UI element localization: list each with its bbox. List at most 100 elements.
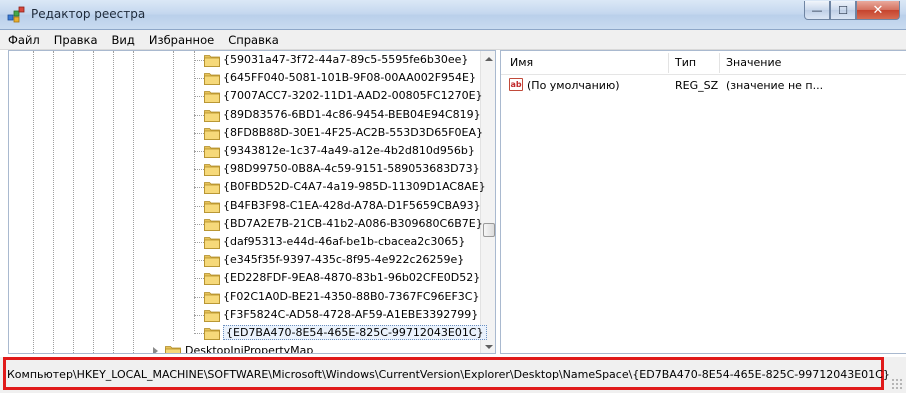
tree-connector <box>194 333 204 334</box>
folder-icon <box>204 326 220 340</box>
scroll-thumb[interactable] <box>483 223 495 237</box>
tree-connector <box>194 260 204 262</box>
tree-item-label: {59031a47-3f72-44a7-89c5-5595fe6b30ee} <box>223 53 469 66</box>
minimize-button[interactable]: — <box>804 1 830 20</box>
tree-connector <box>194 60 204 61</box>
folder-icon <box>204 71 220 86</box>
values-list[interactable]: Имя Тип Значение ab (По умолчанию) REG_S… <box>500 50 906 354</box>
title-bar: Редактор реестра — ☐ ✕ <box>0 0 906 30</box>
folder-icon <box>204 308 220 322</box>
window-title: Редактор реестра <box>31 7 146 21</box>
tree-item-label: {98D99750-0B8A-4c59-9151-589053683D73} <box>223 162 480 176</box>
value-data: (значение не п... <box>726 79 824 92</box>
tree-item-label: {daf95313-e44d-46af-be1b-cbacea2c3065} <box>223 235 466 248</box>
column-divider[interactable] <box>719 53 720 73</box>
tree-connector <box>194 169 204 171</box>
tree-item-label: {B0FBD52D-C4A7-4a19-985D-11309D1AC8AE} <box>223 180 486 194</box>
tree-item[interactable]: {89D83576-6BD1-4c86-9454-BEB04E94C819} <box>9 106 481 124</box>
menu-help[interactable]: Справка <box>228 33 279 47</box>
tree-item-label: {9343812e-1c37-4a49-a12e-4b2d810d956b} <box>223 144 475 157</box>
folder-icon <box>204 162 220 177</box>
folder-icon <box>204 235 220 249</box>
tree-item-label: {F02C1A0D-BE21-4350-88B0-7367FC96EF3C} <box>223 289 480 303</box>
tree-item[interactable]: {ED228FDF-9EA8-4870-83b1-96b02CFE0D52} <box>9 269 481 287</box>
tree-connector <box>194 151 204 152</box>
maximize-button[interactable]: ☐ <box>830 1 856 20</box>
tree-item[interactable]: {9343812e-1c37-4a49-a12e-4b2d810d956b} <box>9 142 479 160</box>
tree-item[interactable]: {ED7BA470-8E54-465E-825C-99712043E01C} <box>9 324 487 342</box>
tree-connector <box>194 242 204 243</box>
folder-icon <box>204 53 220 67</box>
tree-connector <box>194 205 204 207</box>
tree-item-label: {BD7A2E7B-21CB-41b2-A086-B309680C6B7E} <box>223 216 483 230</box>
tree-connector <box>194 187 204 189</box>
folder-icon <box>204 108 220 122</box>
tree-item-label: {7007ACC7-3202-11D1-AAD2-00805FC1270E} <box>223 89 483 103</box>
column-divider[interactable] <box>668 53 669 73</box>
folder-icon <box>165 344 181 353</box>
value-row[interactable]: ab (По умолчанию) REG_SZ (значение не п.… <box>501 77 906 95</box>
regedit-icon <box>7 6 25 23</box>
tree-item-label: {e345f35f-9397-435c-8f95-4e922c26259e} <box>223 253 465 267</box>
folder-icon <box>204 126 220 140</box>
tree-item-label: {8FD8B88D-30E1-4F25-AC2B-553D3D65F0EA} <box>223 125 483 139</box>
tree-item[interactable]: {98D99750-0B8A-4c59-9151-589053683D73} <box>9 160 480 178</box>
tree-item[interactable]: {B0FBD52D-C4A7-4a19-985D-11309D1AC8AE} <box>9 178 486 196</box>
tree-item-label: {ED7BA470-8E54-465E-825C-99712043E01C} <box>223 325 487 340</box>
tree-item-label: {645FF040-5081-101B-9F08-00AA002F954E} <box>223 71 476 85</box>
menu-view[interactable]: Вид <box>112 33 135 47</box>
menu-bar: Файл Правка Вид Избранное Справка <box>0 30 906 50</box>
tree-connector <box>194 78 204 80</box>
tree-connector <box>194 223 204 225</box>
value-type: REG_SZ <box>675 79 719 92</box>
folder-icon <box>204 253 220 268</box>
tree-item[interactable]: {59031a47-3f72-44a7-89c5-5595fe6b30ee} <box>9 51 479 69</box>
tree-item-label: {F3F5824C-AD58-4728-AF59-A1EBE3392799} <box>223 307 479 321</box>
folder-icon <box>204 180 220 195</box>
column-type-header[interactable]: Тип <box>675 56 696 69</box>
menu-file[interactable]: Файл <box>8 33 40 47</box>
tree-item[interactable]: {7007ACC7-3202-11D1-AAD2-00805FC1270E} <box>9 87 483 105</box>
tree-item[interactable]: {e345f35f-9397-435c-8f95-4e922c26259e} <box>9 251 479 269</box>
tree-connector <box>194 96 204 98</box>
window-controls: — ☐ ✕ <box>804 1 900 21</box>
tree-item[interactable]: {F02C1A0D-BE21-4350-88B0-7367FC96EF3C} <box>9 288 479 306</box>
scroll-up-icon[interactable] <box>485 57 493 61</box>
tree-item-label: {89D83576-6BD1-4c86-9454-BEB04E94C819} <box>223 107 481 121</box>
status-path: Компьютер\HKEY_LOCAL_MACHINE\SOFTWARE\Mi… <box>7 368 890 381</box>
tree-item[interactable]: {B4FB3F98-C1EA-428d-A78A-D1F5659CBA93} <box>9 197 481 215</box>
tree-connector <box>194 278 204 280</box>
tree-item-label: {B4FB3F98-C1EA-428d-A78A-D1F5659CBA93} <box>223 198 481 212</box>
folder-icon <box>204 144 220 158</box>
string-value-icon: ab <box>509 78 523 91</box>
status-bar: Компьютер\HKEY_LOCAL_MACHINE\SOFTWARE\Mi… <box>0 357 906 393</box>
tree-item[interactable]: {8FD8B88D-30E1-4F25-AC2B-553D3D65F0EA} <box>9 124 483 142</box>
folder-icon <box>204 271 220 286</box>
folder-icon <box>204 217 220 231</box>
tree-connector <box>194 296 204 298</box>
tree-item[interactable]: {daf95313-e44d-46af-be1b-cbacea2c3065} <box>9 233 479 251</box>
tree-item[interactable]: DesktopIniPropertyMap <box>9 342 479 354</box>
expand-arrow-icon[interactable] <box>153 347 158 353</box>
column-name-header[interactable]: Имя <box>510 56 533 69</box>
scroll-down-icon[interactable] <box>485 345 493 349</box>
tree-connector <box>194 114 204 116</box>
tree-item-label: DesktopIniPropertyMap <box>185 344 314 354</box>
resize-grip-icon[interactable] <box>891 378 903 390</box>
tree-item[interactable]: {F3F5824C-AD58-4728-AF59-A1EBE3392799} <box>9 306 479 324</box>
tree-connector <box>194 132 204 134</box>
tree-connector <box>194 314 204 316</box>
tree-item[interactable]: {645FF040-5081-101B-9F08-00AA002F954E} <box>9 69 479 87</box>
menu-favorites[interactable]: Избранное <box>149 33 214 47</box>
value-name: (По умолчанию) <box>527 79 620 92</box>
column-data-header[interactable]: Значение <box>726 56 781 69</box>
column-header: Имя Тип Значение <box>501 51 906 75</box>
menu-edit[interactable]: Правка <box>54 33 98 47</box>
tree-item[interactable]: {BD7A2E7B-21CB-41b2-A086-B309680C6B7E} <box>9 215 483 233</box>
key-tree[interactable]: {59031a47-3f72-44a7-89c5-5595fe6b30ee} {6… <box>8 50 496 354</box>
tree-item-label: {ED228FDF-9EA8-4870-83b1-96b02CFE0D52} <box>223 271 481 285</box>
folder-icon <box>204 290 220 304</box>
close-button[interactable]: ✕ <box>856 1 900 20</box>
folder-icon <box>204 89 220 104</box>
folder-icon <box>204 199 220 213</box>
